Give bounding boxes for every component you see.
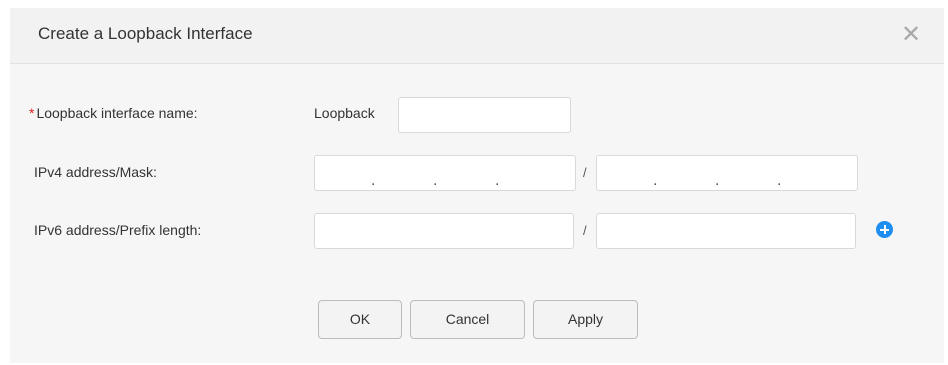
required-marker: * (29, 105, 35, 121)
ipv4-mask-dot-3: . (777, 172, 782, 189)
ipv4-address-input[interactable]: . . . (314, 155, 576, 191)
ipv4-label: IPv4 address/Mask: (34, 164, 157, 180)
ipv6-address-input[interactable] (314, 213, 574, 249)
apply-button[interactable]: Apply (533, 300, 638, 339)
close-icon[interactable]: ✕ (898, 22, 924, 48)
ok-button[interactable]: OK (318, 300, 402, 339)
create-loopback-dialog: Create a Loopback Interface ✕ * Loopback … (10, 8, 944, 363)
loopback-name-label-text: Loopback interface name: (36, 105, 198, 121)
loopback-name-input[interactable] (398, 97, 571, 133)
ipv6-separator: / (583, 223, 587, 238)
cancel-button[interactable]: Cancel (410, 300, 525, 339)
dialog-header: Create a Loopback Interface ✕ (10, 8, 944, 64)
ipv4-address-dot-2: . (433, 172, 438, 189)
loopback-name-label: * Loopback interface name: (29, 105, 198, 121)
dialog-title: Create a Loopback Interface (38, 24, 253, 43)
plus-circle-icon[interactable] (876, 221, 893, 238)
ipv6-label: IPv6 address/Prefix length: (34, 222, 202, 238)
ipv4-address-dot-3: . (495, 172, 500, 189)
ipv4-separator: / (583, 165, 587, 180)
ipv4-mask-input[interactable]: . . . (596, 155, 858, 191)
ipv4-mask-dot-2: . (715, 172, 720, 189)
loopback-prefix: Loopback (314, 105, 375, 121)
ipv4-mask-dot-1: . (653, 172, 658, 189)
ipv4-address-dot-1: . (371, 172, 376, 189)
ipv6-prefix-input[interactable] (596, 213, 856, 249)
